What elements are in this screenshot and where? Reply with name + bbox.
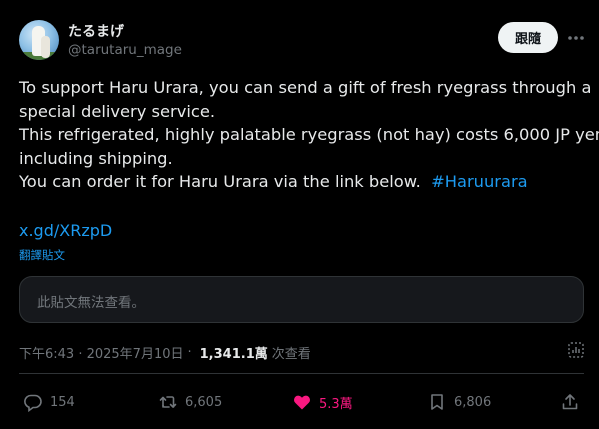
reply-icon (24, 394, 42, 412)
body-line-text: You can order it for Haru Urara via the … (19, 172, 421, 192)
share-icon (562, 394, 578, 410)
views-label: 次查看 (271, 347, 311, 362)
author-display-name[interactable]: たるまげ (68, 21, 124, 41)
timestamp[interactable]: 下午6:43 · 2025年7月10日 (19, 343, 184, 362)
repost-button[interactable]: 6,605 (158, 391, 222, 413)
reply-button[interactable]: 154 (23, 391, 75, 413)
follow-button[interactable]: 跟隨 (498, 22, 558, 53)
bookmark-count: 6,806 (454, 394, 492, 410)
author-handle[interactable]: @tarutaru_mage (68, 42, 182, 58)
bookmark-icon (431, 394, 443, 410)
body-line: To support Haru Urara, you can send a gi… (19, 78, 592, 97)
bookmark-button[interactable]: 6,806 (427, 391, 491, 413)
body-line: including shipping. (19, 148, 173, 168)
repost-count: 6,605 (185, 394, 223, 410)
body-line: special delivery service. (19, 101, 216, 121)
body-line: This refrigerated, highly palatable ryeg… (19, 125, 599, 145)
repost-icon (159, 396, 177, 408)
external-link[interactable]: x.gd/XRzpD (19, 221, 112, 240)
post-body: To support Haru Urara, you can send a gi… (19, 76, 599, 194)
quoted-post-unavailable: 此貼文無法查看。 (19, 276, 584, 323)
more-options-icon[interactable] (565, 28, 587, 48)
divider (19, 373, 584, 374)
body-line: You can order it for Haru Urara via the … (19, 170, 589, 194)
reply-count: 154 (50, 394, 75, 410)
unavailable-notice: 此貼文無法查看。 (37, 295, 145, 311)
avatar[interactable] (19, 20, 59, 60)
like-button[interactable]: 5.3萬 (292, 391, 353, 413)
views-count: 1,341.1萬 (199, 347, 268, 362)
share-button[interactable] (560, 391, 580, 413)
heart-icon (293, 395, 311, 410)
analytics-icon[interactable] (566, 340, 586, 360)
meta-separator: · (187, 345, 192, 360)
post-meta: 下午6:43 · 2025年7月10日 · 1,341.1萬 次查看 (19, 343, 311, 362)
hashtag-link[interactable]: #Haruurara (431, 172, 528, 191)
post: たるまげ @tarutaru_mage 跟隨 To support Haru U… (0, 0, 599, 429)
translate-post-link[interactable]: 翻譯貼文 (19, 247, 65, 263)
like-count: 5.3萬 (319, 396, 353, 412)
